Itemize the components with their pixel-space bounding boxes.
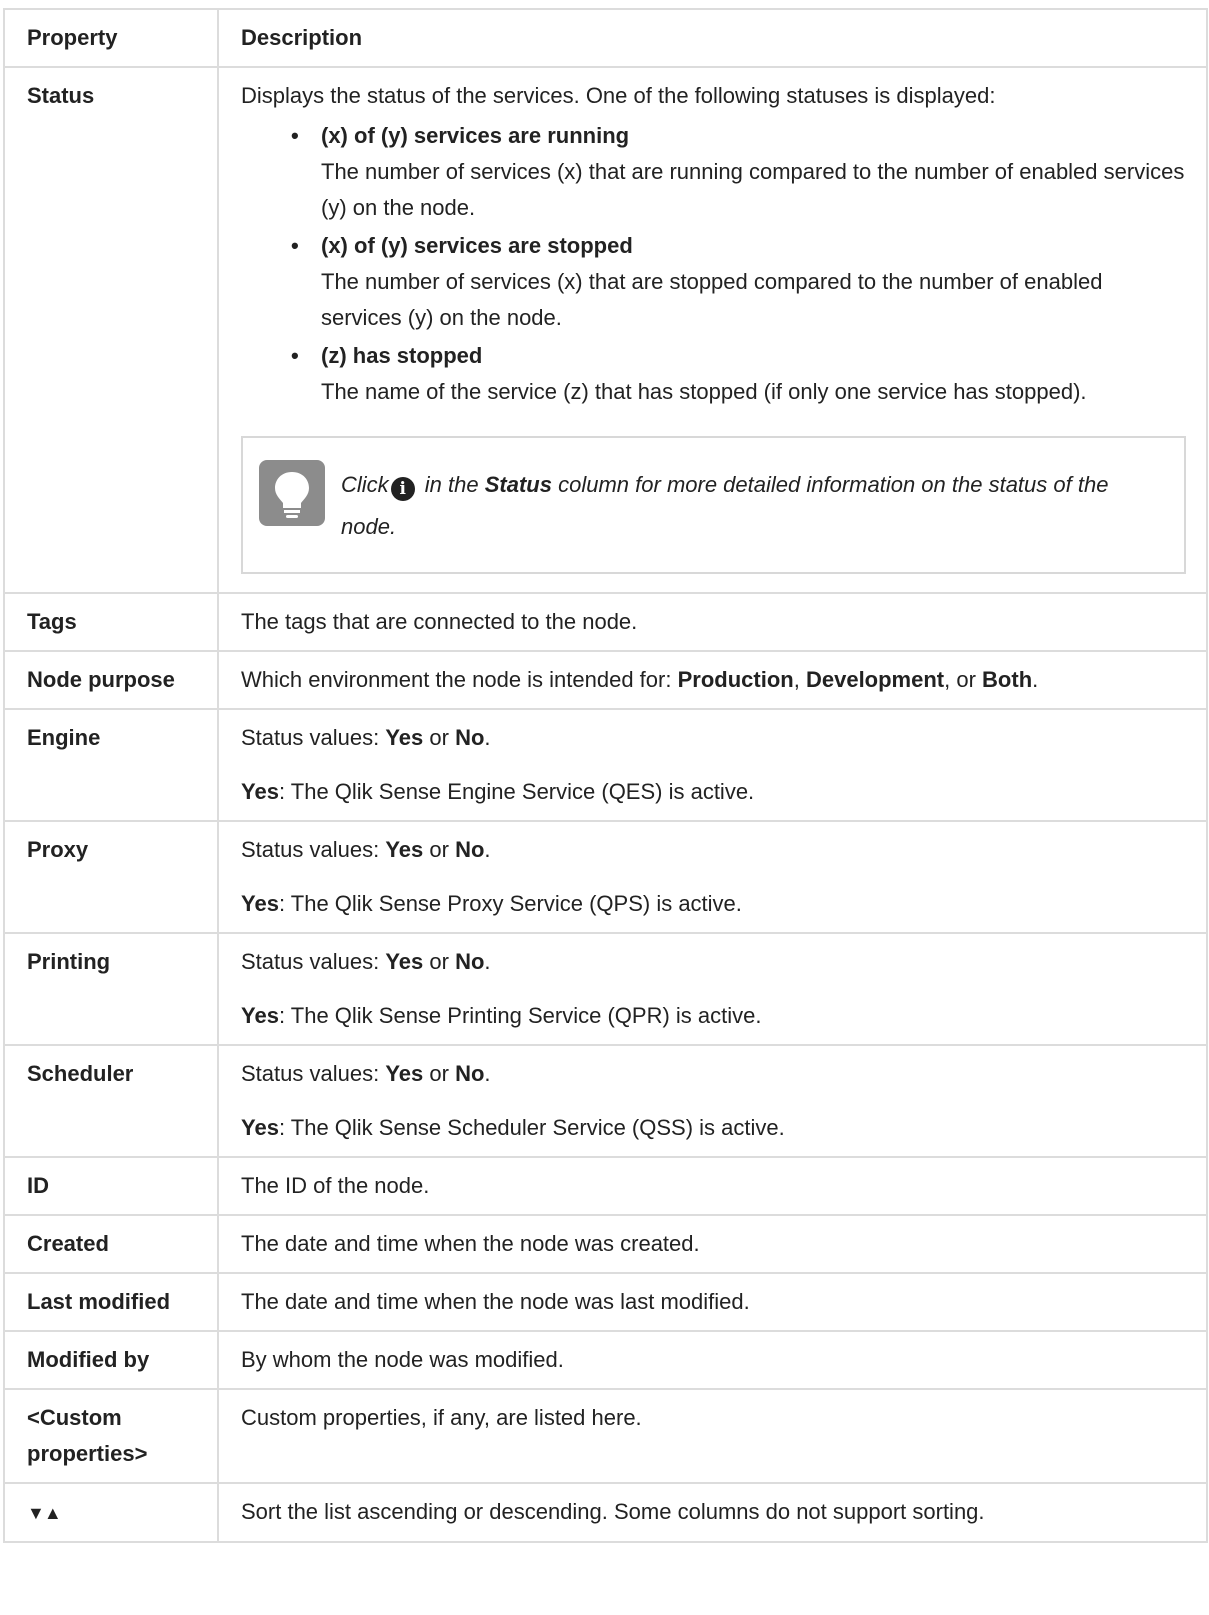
table-row-sort: ▼▲ Sort the list ascending or descending…: [3, 1482, 1208, 1543]
property-description: Sort the list ascending or descending. S…: [217, 1482, 1208, 1543]
status-intro: Displays the status of the services. One…: [241, 83, 996, 108]
property-name: Printing: [3, 932, 219, 1046]
list-item: (z) has stopped The name of the service …: [291, 338, 1186, 410]
property-description: Custom properties, if any, are listed he…: [217, 1388, 1208, 1484]
table-row-last-modified: Last modified The date and time when the…: [3, 1272, 1208, 1332]
table-row-id: ID The ID of the node.: [3, 1156, 1208, 1216]
property-name: Scheduler: [3, 1044, 219, 1158]
table-row-scheduler: Scheduler Status values: Yes or No. Yes:…: [3, 1044, 1208, 1158]
property-description: Status values: Yes or No. Yes: The Qlik …: [217, 1044, 1208, 1158]
property-description: The tags that are connected to the node.: [217, 592, 1208, 652]
table-row-tags: Tags The tags that are connected to the …: [3, 592, 1208, 652]
table-row-node-purpose: Node purpose Which environment the node …: [3, 650, 1208, 710]
table-row-modified-by: Modified by By whom the node was modifie…: [3, 1330, 1208, 1390]
info-icon: i: [390, 477, 415, 501]
property-description: The date and time when the node was crea…: [217, 1214, 1208, 1274]
header-property: Property: [3, 8, 219, 68]
list-item: (x) of (y) services are running The numb…: [291, 118, 1186, 226]
property-description: The ID of the node.: [217, 1156, 1208, 1216]
property-name: Engine: [3, 708, 219, 822]
property-name: <Custom properties>: [3, 1388, 219, 1484]
status-item-text: The number of services (x) that are runn…: [321, 159, 1185, 220]
property-description: By whom the node was modified.: [217, 1330, 1208, 1390]
table-row-proxy: Proxy Status values: Yes or No. Yes: The…: [3, 820, 1208, 934]
table-row-engine: Engine Status values: Yes or No. Yes: Th…: [3, 708, 1208, 822]
property-description: Which environment the node is intended f…: [217, 650, 1208, 710]
status-list: (x) of (y) services are running The numb…: [241, 118, 1186, 410]
property-description: Status values: Yes or No. Yes: The Qlik …: [217, 932, 1208, 1046]
table-row-status: Status Displays the status of the servic…: [3, 66, 1208, 594]
list-item: (x) of (y) services are stopped The numb…: [291, 228, 1186, 336]
status-item-text: The name of the service (z) that has sto…: [321, 379, 1087, 404]
property-name: ID: [3, 1156, 219, 1216]
property-description: Status values: Yes or No. Yes: The Qlik …: [217, 820, 1208, 934]
property-name: Status: [3, 66, 219, 594]
property-description: Displays the status of the services. One…: [217, 66, 1208, 594]
property-name: ▼▲: [3, 1482, 219, 1543]
property-name: Modified by: [3, 1330, 219, 1390]
property-name: Tags: [3, 592, 219, 652]
header-description: Description: [217, 8, 1208, 68]
table-row-printing: Printing Status values: Yes or No. Yes: …: [3, 932, 1208, 1046]
table-row-created: Created The date and time when the node …: [3, 1214, 1208, 1274]
property-name: Created: [3, 1214, 219, 1274]
sort-arrows-icon: ▼▲: [27, 1503, 62, 1523]
properties-table: Property Description Status Displays the…: [3, 8, 1208, 1543]
property-description: Status values: Yes or No. Yes: The Qlik …: [217, 708, 1208, 822]
status-item-title: (z) has stopped: [321, 343, 483, 368]
table-row-custom-properties: <Custom properties> Custom properties, i…: [3, 1388, 1208, 1484]
property-description: The date and time when the node was last…: [217, 1272, 1208, 1332]
property-name: Last modified: [3, 1272, 219, 1332]
tip-text: Click i in the Status column for more det…: [341, 472, 1109, 539]
lightbulb-icon: [259, 460, 325, 526]
status-item-title: (x) of (y) services are stopped: [321, 233, 633, 258]
property-name: Node purpose: [3, 650, 219, 710]
table-header-row: Property Description: [3, 8, 1208, 68]
status-item-text: The number of services (x) that are stop…: [321, 269, 1103, 330]
property-name: Proxy: [3, 820, 219, 934]
status-item-title: (x) of (y) services are running: [321, 123, 630, 148]
tip-box: Click i in the Status column for more det…: [241, 436, 1186, 574]
